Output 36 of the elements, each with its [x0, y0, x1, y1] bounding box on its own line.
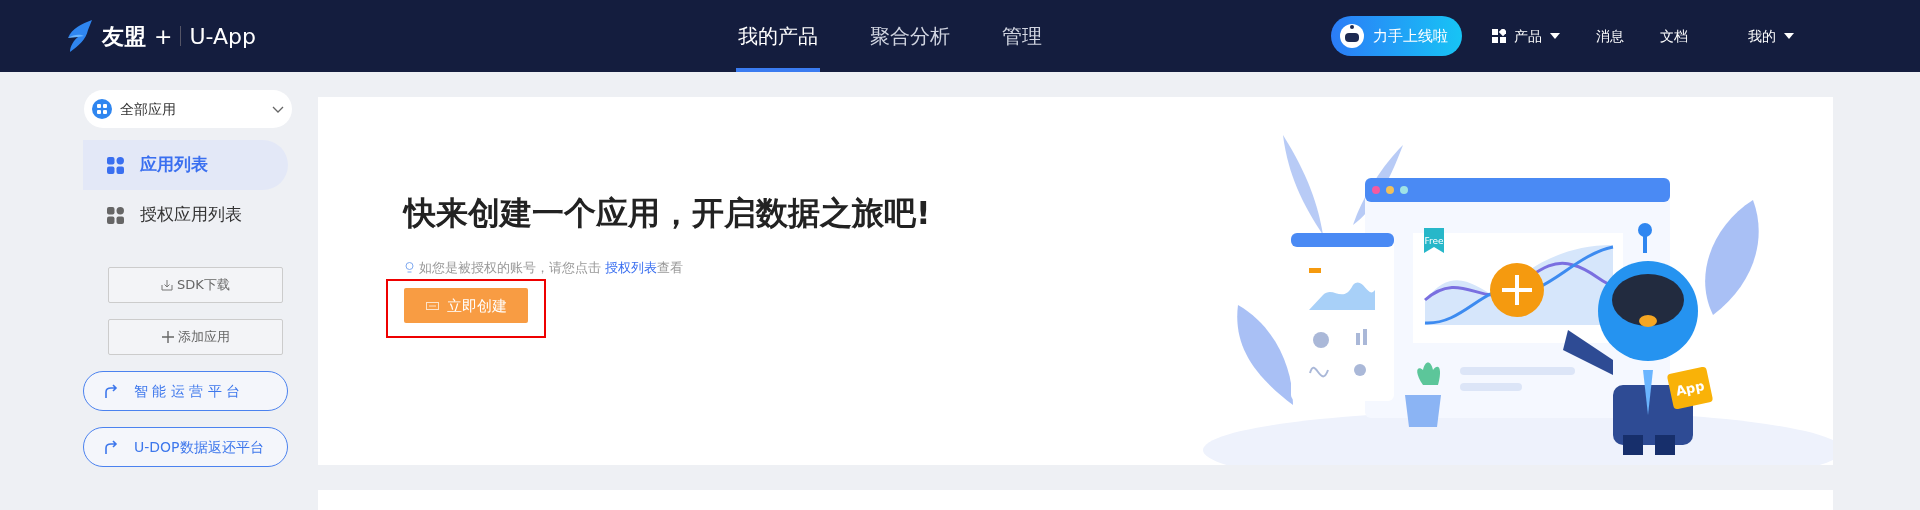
logo-plus-text: +	[154, 22, 173, 51]
hint-text: 如您是被授权的账号，请您点击 授权列表查看	[419, 258, 684, 277]
sidebar-item[interactable]: 授权应用列表	[83, 190, 288, 240]
download-icon	[161, 279, 174, 291]
authorized-list-link[interactable]: 授权列表	[605, 259, 658, 275]
logo-product-text: U-App	[189, 22, 256, 51]
redirect-arrow-icon	[104, 384, 118, 398]
nav-tab[interactable]: 聚合分析	[868, 0, 952, 72]
plus-icon	[161, 331, 174, 343]
header-link[interactable]: 消息	[1590, 24, 1630, 48]
nav-tab[interactable]: 我的产品	[736, 0, 820, 72]
grid-icon	[107, 206, 124, 224]
app-badge-text: App	[1674, 378, 1706, 399]
app-select-dropdown[interactable]: 全部应用	[84, 90, 292, 128]
lightbulb-icon	[404, 261, 415, 275]
platform-link-button[interactable]: U-DOP数据返还平台	[83, 427, 288, 467]
sidebar-button[interactable]: 添加应用	[108, 319, 283, 355]
card-icon	[425, 301, 439, 310]
header-link[interactable]: 文档	[1654, 24, 1694, 48]
header-link[interactable]: 我的	[1742, 24, 1800, 48]
header-link[interactable]: 产品	[1486, 24, 1566, 48]
page-heading: 快来创建一个应用，开启数据之旅吧!	[404, 193, 931, 232]
robot-icon	[1339, 23, 1365, 49]
caret-down-icon	[1550, 33, 1560, 39]
sidebar-item[interactable]: 应用列表	[83, 140, 288, 190]
redirect-arrow-icon	[104, 440, 118, 454]
grid-icon	[107, 156, 124, 174]
apps-icon	[92, 99, 112, 119]
chevron-down-icon	[272, 105, 284, 113]
sidebar-button[interactable]: SDK下载	[108, 267, 283, 303]
nav-tab[interactable]: 管理	[1000, 0, 1044, 72]
free-tag-text: Free	[1424, 236, 1444, 246]
grid-icon	[1492, 29, 1506, 43]
caret-down-icon	[1784, 33, 1794, 39]
logo-brand-text: 友盟	[102, 22, 146, 51]
platform-link-button[interactable]: 智 能 运 营 平 台	[83, 371, 288, 411]
